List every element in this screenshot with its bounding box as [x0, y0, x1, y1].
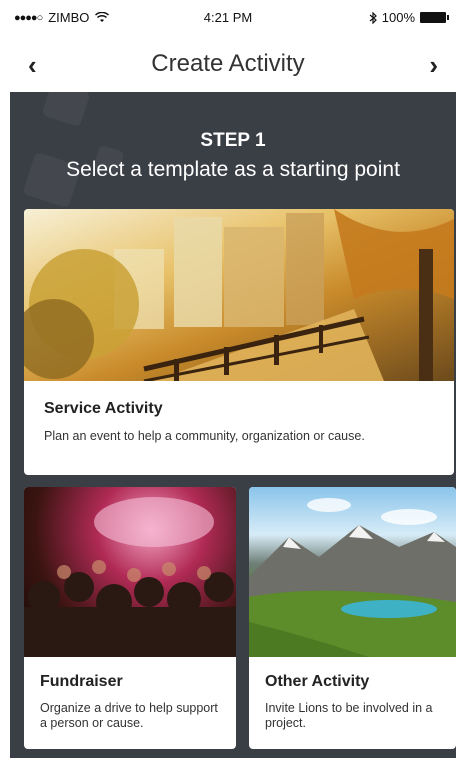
template-title: Other Activity: [265, 673, 370, 690]
template-title: Fundraiser: [40, 673, 123, 690]
template-description: Plan an event to help a community, organ…: [44, 429, 365, 443]
template-card-fundraiser[interactable]: Fundraiser Organize a drive to help supp…: [24, 487, 236, 749]
step-label: STEP 1: [200, 130, 266, 151]
template-card-service-activity[interactable]: Service Activity Plan an event to help a…: [24, 209, 454, 475]
park-walkway-image: [24, 209, 454, 381]
mountain-illustration: [249, 498, 456, 657]
template-title: Service Activity: [44, 400, 163, 417]
status-bar: ●●●●○ ZIMBO 4:21 PM 100%: [0, 0, 456, 36]
park-walkway-illustration: [24, 209, 454, 381]
page-title: Create Activity: [151, 50, 305, 77]
template-description: Organize a drive to help support a perso…: [40, 701, 218, 730]
crowd-event-image: [24, 487, 236, 657]
template-card-other-activity[interactable]: Other Activity Invite Lions to be involv…: [249, 487, 456, 749]
background-decoration: [41, 92, 91, 128]
crowd-illustration: [24, 497, 236, 657]
template-description: Invite Lions to be involved in a project…: [265, 701, 433, 730]
battery-icon: [420, 12, 449, 23]
nav-bar: ‹ Create Activity ›: [0, 36, 456, 92]
battery-percent: 100%: [381, 10, 415, 25]
step-subtitle: Select a template as a starting point: [66, 158, 400, 181]
bluetooth-icon: [369, 11, 377, 24]
template-selection-panel: STEP 1 Select a template as a starting p…: [10, 92, 456, 758]
status-right: 100%: [369, 10, 449, 25]
mountain-lake-image: [249, 487, 456, 657]
next-chevron-icon[interactable]: ›: [429, 50, 438, 81]
